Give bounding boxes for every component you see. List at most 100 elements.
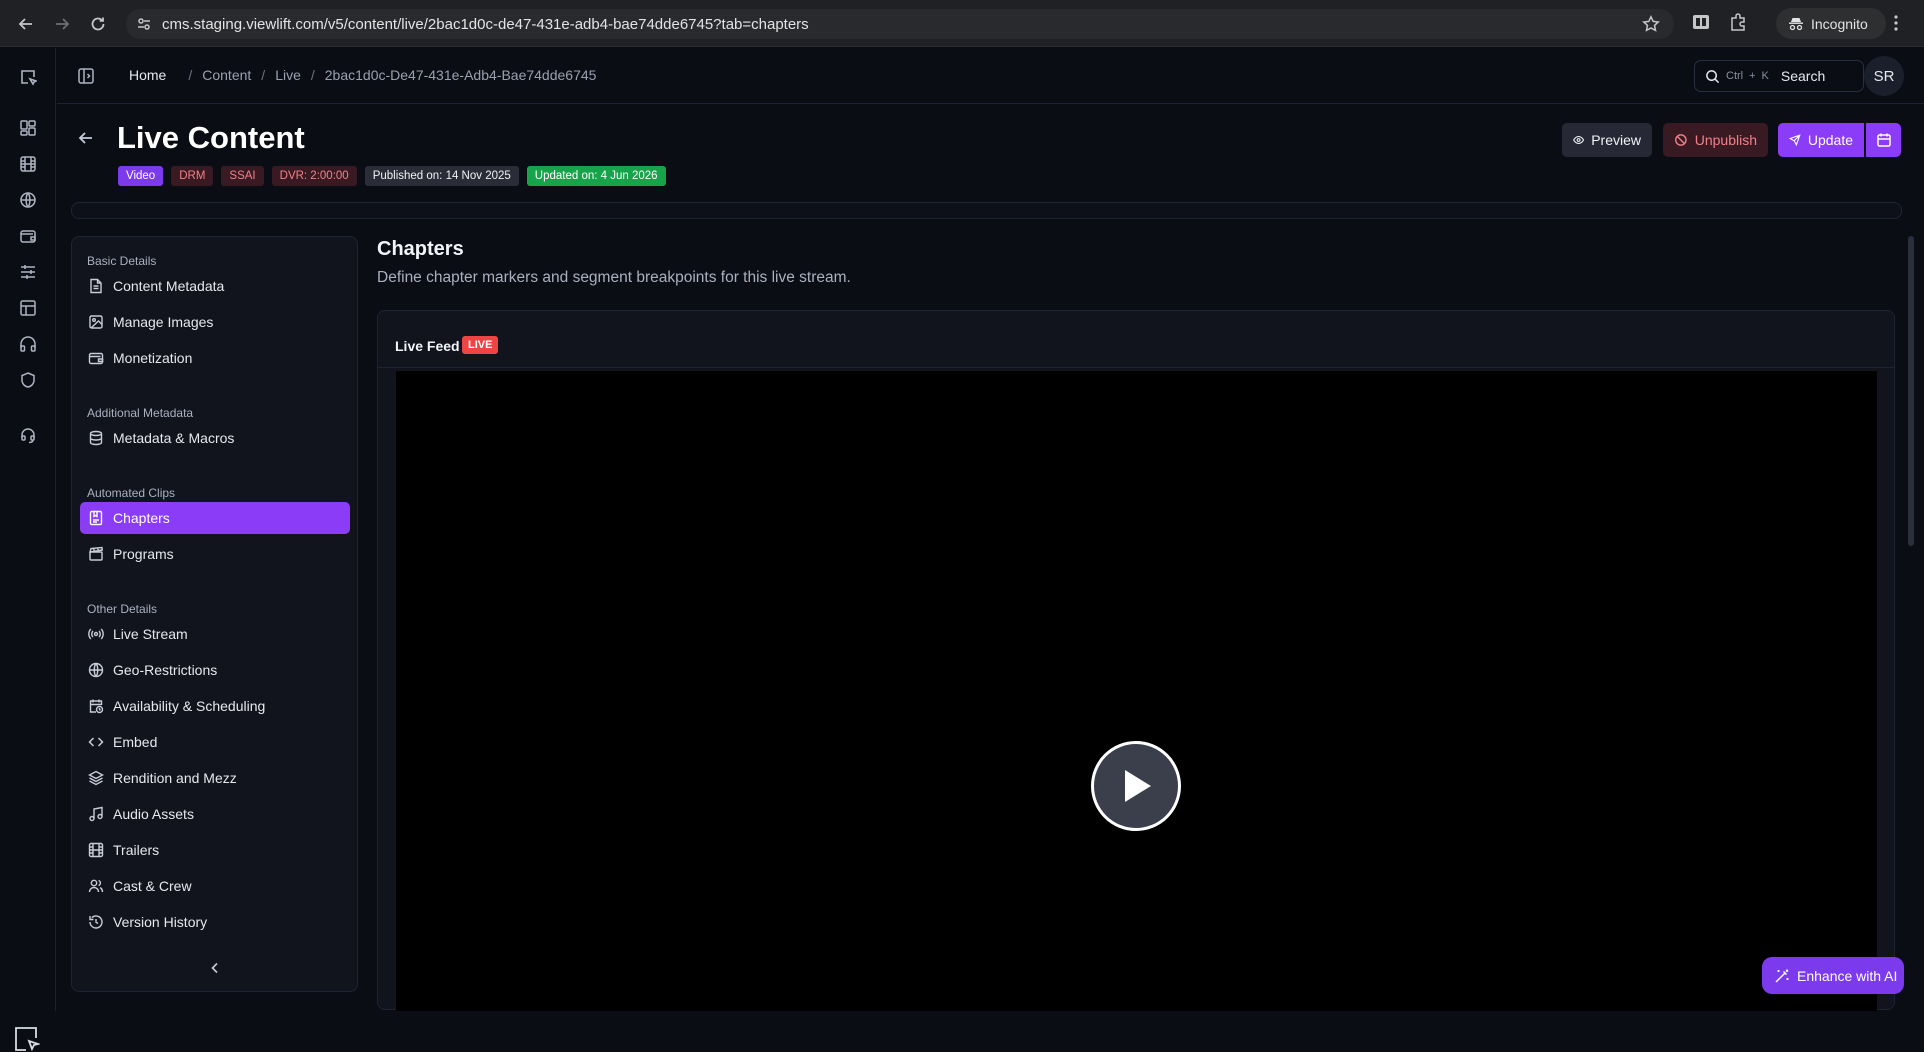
sliders-icon[interactable] [19, 263, 37, 281]
sidebar-item-label: Cast & Crew [113, 878, 192, 894]
sidebar-item-rendition-mezz[interactable]: Rendition and Mezz [80, 762, 350, 794]
live-badge: LIVE [462, 336, 499, 354]
content-sidebar: Basic Details Content Metadata Manage Im… [71, 236, 358, 992]
sidebar-item-embed[interactable]: Embed [80, 726, 350, 758]
unpublish-button[interactable]: Unpublish [1663, 123, 1768, 157]
sidebar-item-geo-restrictions[interactable]: Geo-Restrictions [80, 654, 350, 686]
app-header: Home / Content / Live / 2bac1d0c-De47-43… [57, 48, 1924, 104]
extensions-puzzle-icon[interactable] [1728, 12, 1748, 32]
sidebar-item-metadata-macros[interactable]: Metadata & Macros [80, 422, 350, 454]
play-button[interactable] [1091, 741, 1181, 831]
sidebar-item-label: Monetization [113, 350, 193, 366]
sidebar-item-label: Trailers [113, 842, 160, 858]
sidebar-item-label: Version History [113, 914, 208, 930]
update-button[interactable]: Update [1778, 123, 1864, 157]
sidebar-item-chapters[interactable]: Chapters [80, 502, 350, 534]
url-text: cms.staging.viewlift.com/v5/content/live… [162, 15, 809, 33]
wallet-icon[interactable] [19, 227, 37, 245]
browser-back-icon[interactable] [14, 12, 38, 36]
sidebar-item-label: Rendition and Mezz [113, 770, 237, 786]
sidebar-toggle-icon[interactable] [77, 67, 95, 85]
app-logo-icon[interactable] [19, 68, 37, 86]
dashboard-icon[interactable] [19, 119, 37, 137]
section-description: Define chapter markers and segment break… [377, 269, 851, 286]
breadcrumb-home[interactable]: Home [129, 67, 166, 83]
shield-icon[interactable] [19, 371, 37, 389]
enhance-with-ai-button[interactable]: Enhance with AI [1762, 957, 1904, 994]
film-icon [88, 842, 104, 858]
sidebar-item-manage-images[interactable]: Manage Images [80, 306, 350, 338]
enhance-label: Enhance with AI [1797, 967, 1898, 984]
layout-icon[interactable] [19, 299, 37, 317]
badge-updated: Updated on: 4 Jun 2026 [526, 166, 666, 186]
extension-icon[interactable] [1691, 12, 1711, 32]
browser-reload-icon[interactable] [86, 12, 110, 36]
preview-label: Preview [1591, 132, 1641, 148]
schedule-button[interactable] [1866, 123, 1901, 157]
avatar[interactable]: SR [1864, 56, 1904, 96]
shortcut-key: K [1761, 70, 1769, 82]
sidebar-item-audio-assets[interactable]: Audio Assets [80, 798, 350, 830]
headphones-icon[interactable] [19, 335, 37, 353]
sidebar-section-title: Basic Details [87, 254, 157, 268]
breadcrumb-content-id: 2bac1d0c-De47-431e-Adb4-Bae74dde6745 [324, 67, 597, 83]
film-icon[interactable] [19, 155, 37, 173]
address-bar[interactable]: cms.staging.viewlift.com/v5/content/live… [126, 9, 1674, 39]
globe-icon[interactable] [19, 191, 37, 209]
browser-menu-icon[interactable] [1894, 14, 1898, 32]
section-divider [71, 202, 1902, 219]
live-feed-card: Live Feed LIVE [377, 310, 1895, 1011]
calendar-clock-icon [89, 699, 104, 714]
sidebar-item-label: Audio Assets [113, 806, 194, 822]
send-icon [1789, 134, 1801, 147]
search-label: Search [1780, 68, 1826, 84]
breadcrumb-separator: / [188, 67, 193, 83]
content-badges: Video DRM SSAI DVR: 2:00:00 Published on… [118, 166, 666, 186]
video-player[interactable] [396, 371, 1877, 1011]
file-text-icon [90, 278, 102, 294]
sidebar-item-monetization[interactable]: Monetization [80, 342, 350, 374]
site-settings-icon[interactable] [136, 16, 152, 32]
sidebar-item-label: Live Stream [113, 626, 188, 642]
sidebar-item-label: Programs [113, 546, 174, 562]
shortcut-mod: Ctrl [1726, 70, 1744, 82]
sidebar-item-availability-scheduling[interactable]: Availability & Scheduling [80, 690, 350, 722]
badge-type: Video [118, 166, 164, 186]
bookmark-star-icon[interactable] [1642, 15, 1660, 33]
layers-icon [88, 770, 104, 786]
calendar-icon [1876, 133, 1891, 147]
back-arrow-icon[interactable] [78, 130, 94, 146]
database-icon [89, 430, 103, 446]
page-title: Live Content [117, 120, 305, 155]
collapse-sidebar-icon[interactable] [208, 961, 222, 975]
sidebar-item-trailers[interactable]: Trailers [80, 834, 350, 866]
breadcrumb-live[interactable]: Live [275, 67, 301, 83]
browser-toolbar: cms.staging.viewlift.com/v5/content/live… [0, 0, 1924, 47]
sidebar-item-label: Manage Images [113, 314, 214, 330]
support-headset-icon[interactable] [19, 426, 37, 444]
sidebar-item-version-history[interactable]: Version History [80, 906, 350, 938]
sidebar-item-cast-crew[interactable]: Cast & Crew [80, 870, 350, 902]
sidebar-item-live-stream[interactable]: Live Stream [80, 618, 350, 650]
play-icon [1125, 770, 1151, 802]
sidebar-item-programs[interactable]: Programs [80, 538, 350, 570]
clapperboard-icon [89, 546, 104, 561]
ban-icon [1675, 134, 1687, 146]
incognito-label: Incognito [1811, 15, 1868, 32]
search-button[interactable]: Ctrl + K Search [1694, 60, 1864, 92]
breadcrumb-content[interactable]: Content [202, 67, 251, 83]
sidebar-item-content-metadata[interactable]: Content Metadata [80, 270, 350, 302]
preview-button[interactable]: Preview [1562, 123, 1652, 157]
sidebar-item-label: Chapters [113, 510, 170, 526]
breadcrumb-separator: / [261, 67, 266, 83]
page-scrollbar[interactable] [1908, 236, 1914, 546]
image-icon [89, 315, 103, 329]
history-icon [89, 915, 103, 929]
code-icon [88, 737, 104, 747]
music-note-icon [89, 806, 103, 822]
shortcut-plus: + [1749, 70, 1756, 82]
browser-forward-icon[interactable] [50, 12, 74, 36]
live-feed-label: Live Feed [395, 338, 460, 354]
sidebar-section-title: Other Details [87, 602, 158, 616]
incognito-indicator[interactable]: Incognito [1776, 8, 1886, 39]
